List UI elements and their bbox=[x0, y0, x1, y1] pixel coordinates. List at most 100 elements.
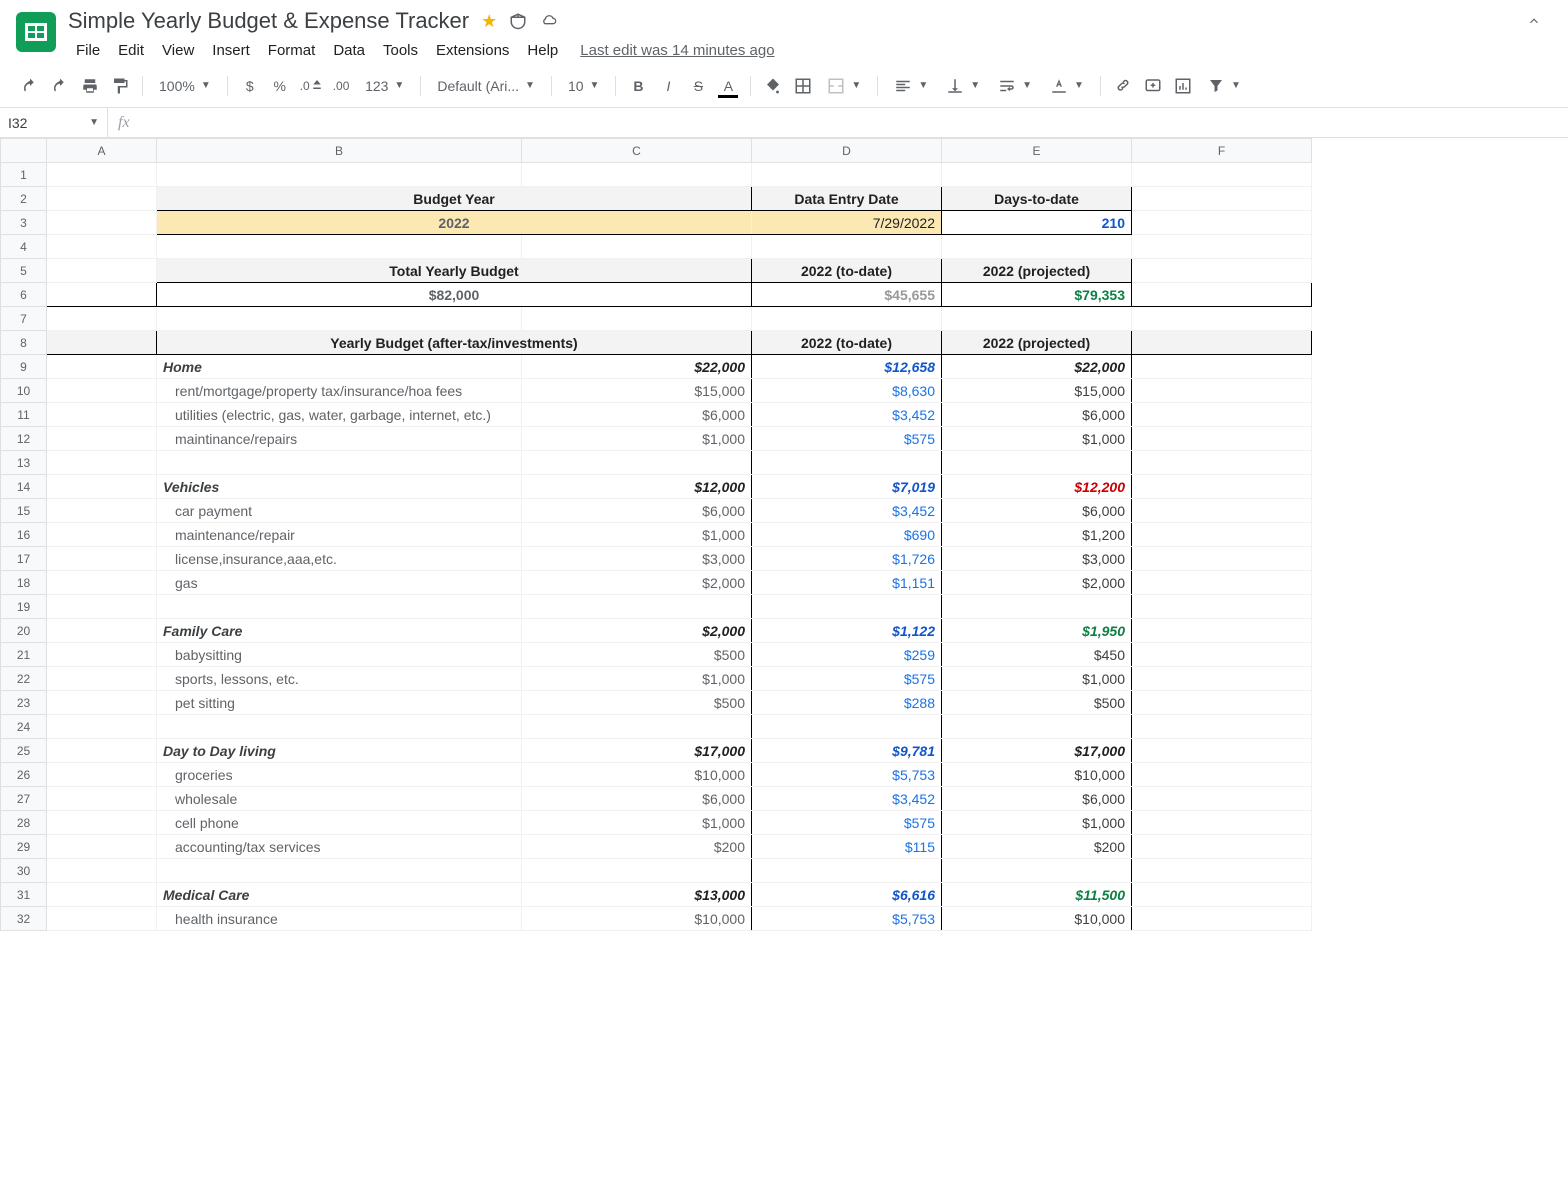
cell[interactable]: health insurance bbox=[157, 907, 522, 931]
cell[interactable] bbox=[942, 307, 1132, 331]
row-header-15[interactable]: 15 bbox=[1, 499, 47, 523]
row-header-9[interactable]: 9 bbox=[1, 355, 47, 379]
cell[interactable]: maintenance/repair bbox=[157, 523, 522, 547]
cell[interactable]: Total Yearly Budget bbox=[157, 259, 752, 283]
cell[interactable]: 2022 (to-date) bbox=[752, 259, 942, 283]
cell[interactable] bbox=[157, 451, 522, 475]
cell[interactable] bbox=[157, 163, 522, 187]
cell[interactable] bbox=[47, 331, 157, 355]
cell[interactable] bbox=[1132, 907, 1312, 931]
cell[interactable]: pet sitting bbox=[157, 691, 522, 715]
cell[interactable]: $10,000 bbox=[522, 763, 752, 787]
bold-button[interactable]: B bbox=[624, 72, 652, 100]
cell[interactable]: $6,000 bbox=[522, 499, 752, 523]
cell[interactable] bbox=[157, 715, 522, 739]
cell[interactable] bbox=[1132, 499, 1312, 523]
cell[interactable] bbox=[47, 235, 157, 259]
doc-title[interactable]: Simple Yearly Budget & Expense Tracker bbox=[68, 8, 469, 34]
cell[interactable] bbox=[1132, 187, 1312, 211]
cell[interactable] bbox=[47, 715, 157, 739]
row-header-6[interactable]: 6 bbox=[1, 283, 47, 307]
cell[interactable] bbox=[942, 715, 1132, 739]
cell[interactable]: $500 bbox=[942, 691, 1132, 715]
cell[interactable]: $1,122 bbox=[752, 619, 942, 643]
cell[interactable]: rent/mortgage/property tax/insurance/hoa… bbox=[157, 379, 522, 403]
cell[interactable] bbox=[1132, 259, 1312, 283]
cell[interactable]: Yearly Budget (after-tax/investments) bbox=[157, 331, 752, 355]
cell[interactable] bbox=[47, 379, 157, 403]
col-header-E[interactable]: E bbox=[942, 139, 1132, 163]
cell[interactable]: $6,000 bbox=[522, 787, 752, 811]
cell[interactable] bbox=[47, 355, 157, 379]
cell[interactable]: $2,000 bbox=[522, 619, 752, 643]
cell[interactable] bbox=[47, 259, 157, 283]
col-header-C[interactable]: C bbox=[522, 139, 752, 163]
cell[interactable] bbox=[1132, 595, 1312, 619]
cell[interactable] bbox=[1132, 715, 1312, 739]
cell[interactable] bbox=[47, 451, 157, 475]
row-header-17[interactable]: 17 bbox=[1, 547, 47, 571]
cell[interactable] bbox=[942, 859, 1132, 883]
cell[interactable]: license,insurance,aaa,etc. bbox=[157, 547, 522, 571]
cell[interactable] bbox=[157, 235, 522, 259]
cell[interactable]: $3,000 bbox=[522, 547, 752, 571]
cell[interactable]: car payment bbox=[157, 499, 522, 523]
cell[interactable] bbox=[522, 595, 752, 619]
cell[interactable]: $690 bbox=[752, 523, 942, 547]
cell[interactable] bbox=[47, 547, 157, 571]
cell[interactable]: $259 bbox=[752, 643, 942, 667]
row-header-2[interactable]: 2 bbox=[1, 187, 47, 211]
cell[interactable]: $15,000 bbox=[522, 379, 752, 403]
cell[interactable] bbox=[1132, 787, 1312, 811]
cell[interactable] bbox=[47, 475, 157, 499]
row-header-16[interactable]: 16 bbox=[1, 523, 47, 547]
cell[interactable] bbox=[1132, 355, 1312, 379]
cell[interactable]: $6,000 bbox=[942, 499, 1132, 523]
cell[interactable]: $1,000 bbox=[522, 523, 752, 547]
cell[interactable] bbox=[47, 571, 157, 595]
cell[interactable]: wholesale bbox=[157, 787, 522, 811]
row-header-26[interactable]: 26 bbox=[1, 763, 47, 787]
cell[interactable]: Day to Day living bbox=[157, 739, 522, 763]
cell[interactable] bbox=[522, 715, 752, 739]
row-header-8[interactable]: 8 bbox=[1, 331, 47, 355]
cell[interactable] bbox=[1132, 667, 1312, 691]
cell[interactable] bbox=[1132, 643, 1312, 667]
menu-insert[interactable]: Insert bbox=[204, 38, 258, 63]
row-header-14[interactable]: 14 bbox=[1, 475, 47, 499]
cell[interactable] bbox=[47, 859, 157, 883]
move-icon[interactable] bbox=[509, 12, 527, 30]
insert-comment-button[interactable] bbox=[1139, 72, 1167, 100]
cell[interactable] bbox=[522, 451, 752, 475]
italic-button[interactable]: I bbox=[654, 72, 682, 100]
cell[interactable]: $200 bbox=[942, 835, 1132, 859]
number-format-select[interactable]: 123▼ bbox=[357, 72, 412, 100]
cell[interactable]: $17,000 bbox=[942, 739, 1132, 763]
cell[interactable] bbox=[47, 403, 157, 427]
cell[interactable]: $6,000 bbox=[942, 787, 1132, 811]
sheets-logo[interactable] bbox=[16, 12, 56, 52]
col-header-B[interactable]: B bbox=[157, 139, 522, 163]
cell[interactable] bbox=[1132, 811, 1312, 835]
cell[interactable] bbox=[1132, 835, 1312, 859]
last-edit-link[interactable]: Last edit was 14 minutes ago bbox=[580, 42, 774, 59]
cell[interactable]: Family Care bbox=[157, 619, 522, 643]
cell[interactable] bbox=[47, 427, 157, 451]
cell[interactable]: $12,000 bbox=[522, 475, 752, 499]
cell[interactable] bbox=[47, 691, 157, 715]
cell[interactable]: $10,000 bbox=[942, 763, 1132, 787]
cell[interactable]: $6,616 bbox=[752, 883, 942, 907]
cell[interactable] bbox=[47, 619, 157, 643]
cell[interactable]: $2,000 bbox=[522, 571, 752, 595]
cell[interactable] bbox=[1132, 859, 1312, 883]
cell[interactable]: Medical Care bbox=[157, 883, 522, 907]
cell[interactable] bbox=[942, 163, 1132, 187]
cell[interactable] bbox=[1132, 403, 1312, 427]
cell[interactable] bbox=[1132, 283, 1312, 307]
strikethrough-button[interactable]: S bbox=[684, 72, 712, 100]
row-header-7[interactable]: 7 bbox=[1, 307, 47, 331]
text-rotation-button[interactable]: ▼ bbox=[1042, 72, 1092, 100]
cell[interactable]: $1,000 bbox=[522, 667, 752, 691]
row-header-11[interactable]: 11 bbox=[1, 403, 47, 427]
percent-button[interactable]: % bbox=[266, 72, 294, 100]
